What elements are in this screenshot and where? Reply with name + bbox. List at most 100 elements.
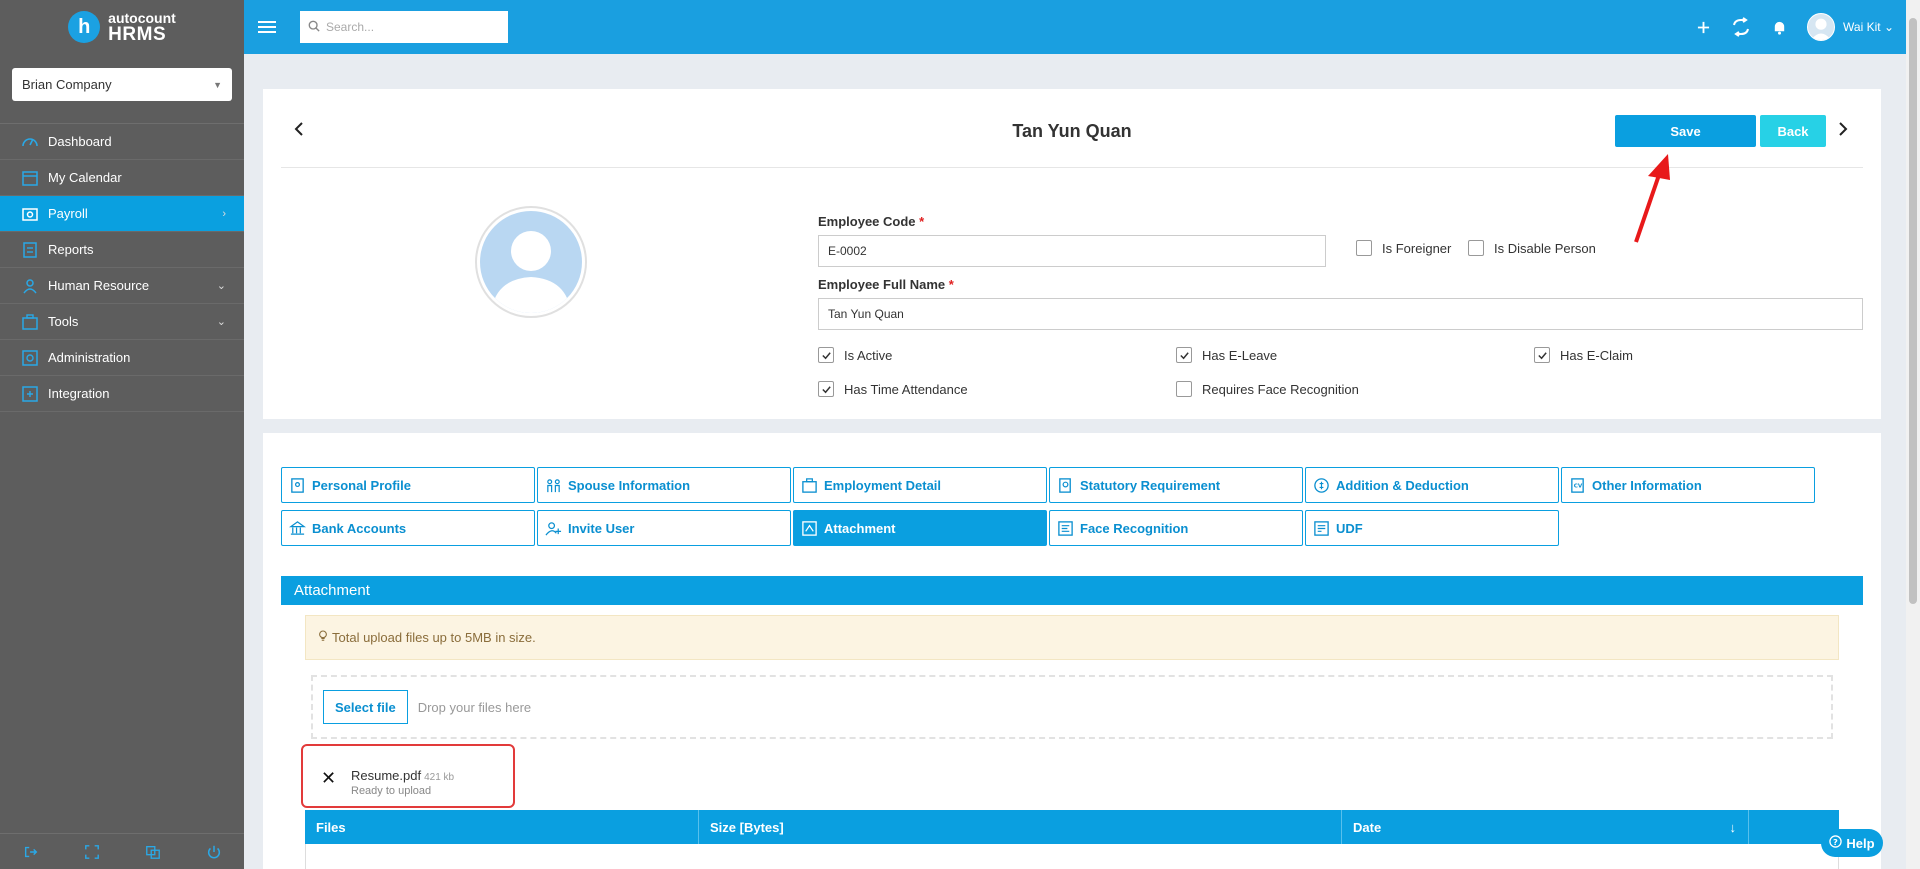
sidebar-item-tools[interactable]: Tools ⌄: [0, 304, 244, 340]
employee-code-label: Employee Code *: [818, 214, 925, 229]
column-header-date-label: Date: [1353, 819, 1382, 835]
column-header-files[interactable]: Files: [305, 810, 699, 844]
tab-spouse-information[interactable]: Spouse Information: [537, 467, 791, 503]
search-icon: [308, 20, 320, 35]
search-input[interactable]: Search...: [300, 11, 508, 43]
file-size: 421 kb: [424, 772, 455, 783]
upload-notice-text: Total upload files up to 5MB in size.: [332, 630, 536, 645]
sidebar-item-label: Reports: [48, 242, 94, 257]
tab-label: Invite User: [568, 520, 635, 536]
sidebar-item-my-calendar[interactable]: My Calendar: [0, 160, 244, 196]
checkbox-label: Has E-Leave: [1202, 347, 1278, 363]
page-scrollbar[interactable]: [1906, 0, 1920, 869]
tab-label: Face Recognition: [1080, 520, 1189, 536]
file-dropzone[interactable]: Select file Drop your files here: [311, 675, 1833, 739]
integration-icon: [20, 385, 40, 403]
search-placeholder: Search...: [326, 20, 375, 34]
annotation-arrow-icon: [1634, 154, 1670, 243]
is-active-checkbox[interactable]: Is Active: [818, 347, 892, 363]
file-status: Ready to upload: [351, 785, 432, 797]
document-search-icon: [1056, 476, 1074, 494]
translate-icon[interactable]: [144, 843, 162, 861]
upload-file-item: ✕ Resume.pdf 421 kb Ready to upload: [301, 744, 515, 808]
files-table: Files Size [Bytes] Date ↓: [305, 810, 1839, 869]
tab-invite-user[interactable]: Invite User: [537, 510, 791, 546]
tab-attachment[interactable]: Attachment: [793, 510, 1047, 546]
checkbox-box: [818, 347, 834, 363]
sidebar-item-label: Human Resource: [48, 278, 150, 293]
refresh-icon[interactable]: [1731, 17, 1751, 37]
tab-addition-deduction[interactable]: Addition & Deduction: [1305, 467, 1559, 503]
tab-other-information[interactable]: CV Other Information: [1561, 467, 1815, 503]
svg-text:?: ?: [1833, 837, 1838, 847]
face-scan-icon: [1056, 519, 1074, 537]
company-select[interactable]: Brian Company ▼: [12, 68, 232, 101]
is-disable-person-checkbox[interactable]: Is Disable Person: [1468, 240, 1596, 256]
bell-icon[interactable]: [1769, 17, 1789, 37]
sort-arrow-down-icon: ↓: [1729, 819, 1737, 835]
sidebar-item-human-resource[interactable]: Human Resource ⌄: [0, 268, 244, 304]
tab-label: UDF: [1336, 520, 1363, 536]
column-header-size[interactable]: Size [Bytes]: [699, 810, 1342, 844]
sidebar-item-reports[interactable]: Reports: [0, 232, 244, 268]
money-icon: [1312, 476, 1330, 494]
power-icon[interactable]: [205, 843, 223, 861]
user-menu[interactable]: Wai Kit ⌄: [1843, 20, 1894, 34]
divider: [281, 167, 1863, 168]
employee-photo[interactable]: [475, 206, 587, 318]
employee-full-name-field[interactable]: Tan Yun Quan: [818, 298, 1863, 330]
sidebar-item-payroll[interactable]: Payroll ›: [0, 196, 244, 232]
employee-full-name-label: Employee Full Name *: [818, 277, 954, 292]
tab-face-recognition[interactable]: Face Recognition: [1049, 510, 1303, 546]
checkbox-box: [1176, 381, 1192, 397]
logo-line1: autocount: [108, 9, 176, 26]
tab-label: Spouse Information: [568, 477, 691, 493]
has-time-attendance-checkbox[interactable]: Has Time Attendance: [818, 381, 968, 397]
is-foreigner-checkbox[interactable]: Is Foreigner: [1356, 240, 1451, 256]
employee-code-field[interactable]: E-0002: [818, 235, 1326, 267]
help-button[interactable]: ? Help: [1821, 829, 1883, 857]
plus-icon[interactable]: [1693, 17, 1713, 37]
back-button[interactable]: Back: [1760, 115, 1826, 147]
hamburger-menu-icon[interactable]: [258, 21, 276, 33]
fullscreen-icon[interactable]: [83, 843, 101, 861]
scrollbar-thumb[interactable]: [1909, 18, 1917, 604]
sidebar-item-label: Tools: [48, 314, 79, 329]
remove-file-icon[interactable]: ✕: [321, 768, 336, 789]
save-button[interactable]: Save: [1615, 115, 1756, 147]
company-select-value: Brian Company: [22, 77, 112, 92]
sidebar-item-label: Integration: [48, 386, 110, 401]
tab-statutory-requirement[interactable]: Statutory Requirement: [1049, 467, 1303, 503]
upload-notice: Total upload files up to 5MB in size.: [305, 615, 1839, 660]
sidebar-nav: Dashboard My Calendar Payroll › Reports …: [0, 123, 244, 412]
user-name: Wai Kit: [1843, 20, 1881, 34]
help-label: Help: [1846, 835, 1875, 851]
employee-detail-card: Personal Profile Spouse Information Empl…: [263, 433, 1881, 869]
tab-bank-accounts[interactable]: Bank Accounts: [281, 510, 535, 546]
select-file-button[interactable]: Select file: [323, 690, 408, 724]
lightbulb-icon: [318, 630, 328, 645]
column-header-date[interactable]: Date ↓: [1342, 810, 1749, 844]
sidebar-item-label: Administration: [48, 350, 131, 365]
checkbox-box: [1534, 347, 1550, 363]
file-name-row: Resume.pdf 421 kb: [351, 768, 454, 783]
sidebar-item-dashboard[interactable]: Dashboard: [0, 124, 244, 160]
user-avatar[interactable]: [1807, 13, 1836, 41]
calendar-icon: [20, 169, 40, 187]
help-icon: ?: [1829, 835, 1843, 851]
app-logo[interactable]: h autocount HRMS: [0, 0, 244, 54]
briefcase-icon: [800, 476, 818, 494]
has-eclaim-checkbox[interactable]: Has E-Claim: [1534, 347, 1633, 363]
next-record-button[interactable]: [1835, 119, 1851, 139]
tab-udf[interactable]: UDF: [1305, 510, 1559, 546]
has-eleave-checkbox[interactable]: Has E-Leave: [1176, 347, 1277, 363]
sidebar-item-label: Payroll: [48, 206, 88, 221]
tab-personal-profile[interactable]: Personal Profile: [281, 467, 535, 503]
sidebar-item-administration[interactable]: Administration: [0, 340, 244, 376]
requires-face-recognition-checkbox[interactable]: Requires Face Recognition: [1176, 381, 1359, 397]
reports-icon: [20, 241, 40, 259]
logout-icon[interactable]: [22, 843, 40, 861]
tab-label: Other Information: [1592, 477, 1702, 493]
sidebar-item-integration[interactable]: Integration: [0, 376, 244, 412]
tab-employment-detail[interactable]: Employment Detail: [793, 467, 1047, 503]
